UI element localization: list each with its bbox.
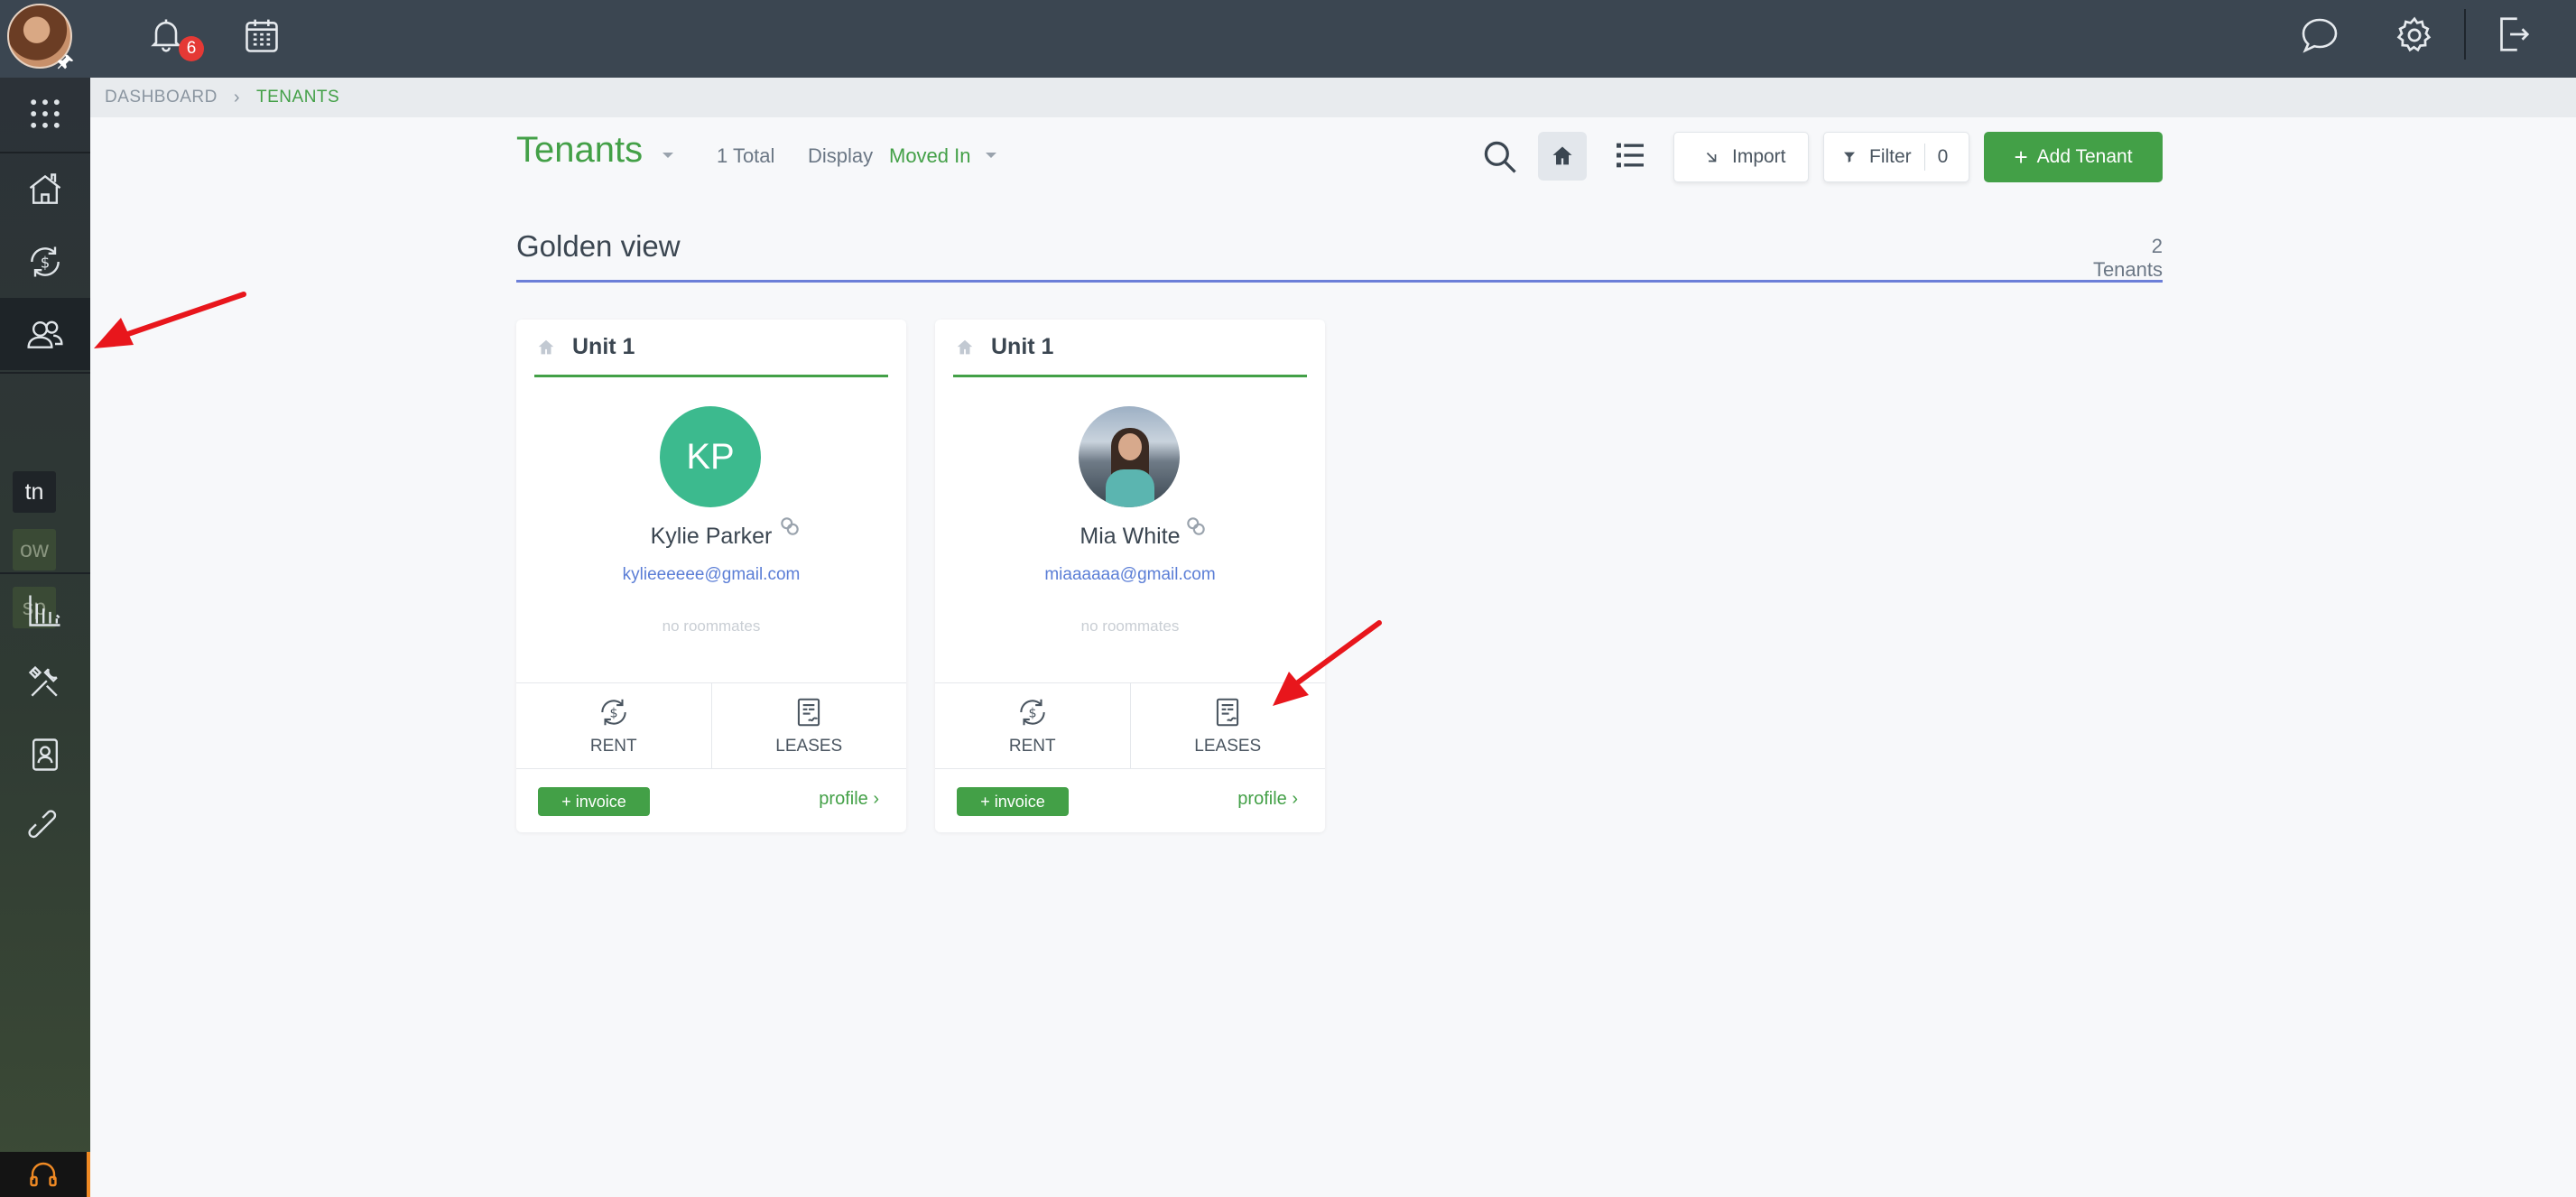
breadcrumb-dashboard[interactable]: DASHBOARD — [105, 88, 218, 107]
display-label: Display — [808, 144, 874, 167]
page-title[interactable]: Tenants — [516, 130, 643, 171]
leases-label: LEASES — [775, 737, 843, 756]
add-tenant-label: Add Tenant — [2036, 146, 2133, 167]
leases-label: LEASES — [1194, 737, 1262, 756]
unit-label[interactable]: Unit 1 — [572, 334, 635, 360]
top-bar: 6 — [0, 0, 2576, 78]
rent-icon[interactable]: $ — [0, 226, 90, 298]
plus-icon: + — [2014, 144, 2028, 171]
support-button[interactable] — [0, 1152, 90, 1197]
annotation-arrow-sidebar — [94, 292, 246, 348]
reports-icon[interactable] — [0, 574, 90, 646]
filter-count: 0 — [1937, 146, 1949, 167]
filter-divider — [1923, 144, 1925, 171]
rent-label: RENT — [1008, 737, 1056, 756]
notification-badge[interactable]: 6 — [179, 36, 204, 61]
topbar-divider — [2464, 9, 2466, 60]
breadcrumb-current: TENANTS — [256, 88, 340, 107]
apps-grid-icon[interactable] — [0, 78, 90, 150]
add-invoice-button[interactable]: + invoice — [957, 787, 1069, 816]
lease-document-icon — [798, 698, 820, 727]
roommates-text: no roommates — [662, 617, 761, 635]
home-icon — [957, 339, 973, 354]
group-count: 2 Tenants — [2092, 235, 2163, 281]
unit-header: Unit 1 — [534, 320, 888, 377]
profile-link[interactable]: profile › — [819, 789, 879, 810]
user-avatar[interactable] — [7, 4, 74, 70]
group-divider — [516, 280, 2163, 283]
avatar[interactable] — [1079, 406, 1180, 507]
tenant-email[interactable]: miaaaaaa@gmail.com — [935, 565, 1325, 585]
lease-document-icon — [1217, 698, 1239, 727]
list-view-icon[interactable] — [1612, 137, 1648, 173]
properties-icon[interactable] — [0, 153, 90, 226]
svg-text:$: $ — [41, 254, 51, 271]
import-label: Import — [1732, 146, 1786, 167]
card-actions: $ RENT LEASES — [516, 682, 906, 769]
logout-icon[interactable] — [2491, 13, 2533, 56]
maintenance-icon[interactable] — [0, 646, 90, 719]
sidebar-divider — [0, 372, 90, 374]
contacts-icon[interactable] — [0, 719, 90, 791]
tenant-email[interactable]: kylieeeeee@gmail.com — [516, 565, 906, 585]
caret-down-icon[interactable] — [661, 151, 675, 160]
chevron-right-icon: › — [1292, 789, 1298, 809]
integrations-icon[interactable] — [0, 791, 90, 863]
import-arrow-icon — [1706, 152, 1717, 162]
tenants-icon[interactable] — [0, 298, 90, 370]
rent-icon: $ — [1020, 699, 1045, 726]
profile-label: profile — [1237, 789, 1287, 809]
pin-icon[interactable] — [56, 52, 76, 72]
tenant-card: Unit 1 KP Kylie Parker kylieeeeee@gmail.… — [516, 320, 906, 832]
home-view-button[interactable] — [1538, 132, 1587, 181]
sidebar: $ tn ow sp — [0, 78, 90, 1197]
rent-button[interactable]: $ RENT — [516, 683, 711, 768]
rent-button[interactable]: $ RENT — [935, 683, 1130, 768]
group-title: Golden view — [516, 229, 681, 263]
profile-link[interactable]: profile › — [1237, 789, 1298, 810]
calendar-icon[interactable] — [242, 16, 282, 56]
unit-header: Unit 1 — [953, 320, 1307, 377]
rent-label: RENT — [589, 737, 637, 756]
sidebar-tag-tn[interactable]: tn — [13, 471, 56, 513]
leases-button[interactable]: LEASES — [710, 683, 907, 768]
linked-account-icon[interactable] — [778, 515, 802, 538]
unit-label[interactable]: Unit 1 — [991, 334, 1053, 360]
tenant-card: Unit 1 Mia White miaaaaaa@gmail.com no r… — [935, 320, 1325, 832]
filter-label: Filter — [1869, 146, 1912, 167]
display-filter-select[interactable]: Moved In — [889, 144, 971, 168]
headset-icon[interactable] — [27, 1158, 60, 1191]
profile-label: profile — [819, 789, 868, 809]
add-invoice-button[interactable]: + invoice — [538, 787, 650, 816]
sidebar-tag-ow[interactable]: ow — [13, 529, 56, 571]
total-count: 1 Total — [717, 144, 775, 167]
rent-icon: $ — [601, 699, 626, 726]
home-icon — [1552, 146, 1572, 165]
search-icon[interactable] — [1480, 137, 1520, 177]
linked-account-icon[interactable] — [1184, 515, 1208, 538]
add-tenant-button[interactable]: + Add Tenant — [1984, 132, 2163, 182]
home-icon — [538, 339, 554, 354]
chat-icon[interactable] — [2298, 14, 2341, 58]
caret-down-icon[interactable] — [984, 151, 998, 160]
annotation-arrow-leases — [1273, 620, 1382, 706]
filter-button[interactable]: Filter 0 — [1823, 132, 1969, 182]
gear-icon[interactable] — [2394, 14, 2435, 56]
tenant-name[interactable]: Kylie Parker — [516, 524, 906, 550]
import-button[interactable]: Import — [1673, 132, 1809, 182]
avatar[interactable]: KP — [660, 406, 761, 507]
breadcrumb: DASHBOARD › TENANTS — [90, 78, 2576, 117]
svg-text:$: $ — [609, 707, 617, 721]
chevron-right-icon: › — [873, 789, 879, 809]
chevron-right-icon: › — [233, 87, 241, 107]
tenant-name[interactable]: Mia White — [935, 524, 1325, 550]
filter-icon — [1844, 152, 1855, 162]
svg-text:$: $ — [1028, 707, 1036, 721]
